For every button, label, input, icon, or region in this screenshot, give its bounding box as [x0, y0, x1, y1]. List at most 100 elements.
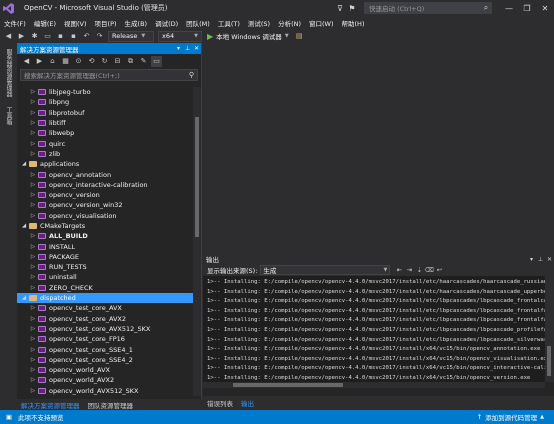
pending-changes-icon[interactable]: ⊙ — [73, 56, 84, 67]
menu-analyze[interactable]: 分析(N) — [274, 18, 305, 28]
platform-dropdown[interactable]: x64 ▼ — [158, 30, 202, 42]
tree-item[interactable]: ▷ libjpeg-turbo — [17, 87, 193, 97]
tab-output[interactable]: 输出 — [237, 398, 258, 408]
scrollbar-thumb[interactable] — [233, 383, 343, 387]
properties-icon[interactable]: ✎ — [138, 56, 149, 67]
open-file-icon[interactable]: ▭ — [42, 31, 53, 42]
chevron-right-icon[interactable]: ▷ — [29, 192, 37, 198]
find-message-icon[interactable]: ⇤ — [394, 266, 404, 274]
chevron-right-icon[interactable]: ▷ — [29, 347, 37, 353]
new-project-icon[interactable]: ✱ — [29, 31, 40, 42]
chevron-right-icon[interactable]: ▷ — [29, 357, 37, 363]
previous-message-icon[interactable]: ⇥ — [404, 266, 414, 274]
tree-item[interactable]: ▷ libwebp — [17, 128, 193, 138]
output-source-dropdown[interactable]: 生成 ▼ — [260, 265, 391, 275]
forward-icon[interactable]: ▶ — [16, 31, 27, 42]
tree-item[interactable]: ▷ opencv_annotation — [17, 169, 193, 179]
save-all-icon[interactable]: ▪ — [68, 31, 79, 42]
chevron-right-icon[interactable]: ▷ — [29, 233, 37, 239]
configuration-dropdown[interactable]: Release ▼ — [108, 30, 154, 42]
pin-icon[interactable]: ⊥ — [536, 256, 545, 263]
chevron-right-icon[interactable]: ▷ — [29, 305, 37, 311]
menu-build[interactable]: 生成(B) — [121, 18, 152, 28]
tree-item[interactable]: ▷ zlib — [17, 149, 193, 159]
search-icon[interactable]: ⌕ — [480, 2, 492, 14]
chevron-right-icon[interactable]: ▷ — [29, 182, 37, 188]
chevron-right-icon[interactable]: ▷ — [29, 367, 37, 373]
chevron-right-icon[interactable]: ▷ — [29, 202, 37, 208]
show-all-files-icon[interactable]: ⧉ — [125, 56, 136, 67]
chevron-right-icon[interactable]: ▷ — [29, 110, 37, 116]
menu-edit[interactable]: 编辑(E) — [30, 18, 60, 28]
chevron-right-icon[interactable]: ▷ — [29, 172, 37, 178]
scrollbar-thumb[interactable] — [547, 346, 551, 376]
window-position-icon[interactable]: ▾ — [174, 45, 183, 52]
tree-item[interactable]: ▷ opencv_visualisation — [17, 211, 193, 221]
tree-item[interactable]: ▷ ZERO_CHECK — [17, 283, 193, 293]
tree-item[interactable]: ▷ PACKAGE — [17, 252, 193, 262]
tree-item[interactable]: ▷ opencv_world_AVX512_SKX — [17, 386, 193, 396]
close-icon[interactable]: ✕ — [545, 256, 554, 263]
start-debugging-button[interactable]: ▶ 本地 Windows 调试器 ▼ — [207, 31, 289, 42]
chevron-right-icon[interactable]: ▷ — [29, 316, 37, 322]
maximize-button[interactable]: ❐ — [518, 0, 536, 16]
search-icon[interactable]: ⚲ — [189, 71, 194, 79]
redo-icon[interactable]: ↷ — [94, 31, 105, 42]
tree-item[interactable]: ▷ opencv_version_win32 — [17, 200, 193, 210]
toolbar-options-icon[interactable]: ▤ — [294, 31, 305, 42]
chevron-right-icon[interactable]: ▷ — [29, 244, 37, 250]
menu-help[interactable]: 帮助(H) — [338, 18, 369, 28]
pin-icon[interactable]: ⊥ — [183, 45, 192, 52]
tree-item[interactable]: ◢ applications — [17, 159, 193, 169]
output-vertical-scrollbar[interactable] — [545, 276, 554, 382]
tree-item[interactable]: ▷ libpng — [17, 97, 193, 107]
menu-tools[interactable]: 工具(T) — [214, 18, 244, 28]
menu-debug[interactable]: 调试(D) — [151, 18, 182, 28]
toolbox-tab[interactable]: 工具箱 — [4, 107, 13, 125]
clear-all-icon[interactable]: ⌫ — [424, 266, 434, 274]
minimize-button[interactable]: — — [500, 0, 518, 16]
tab-solution-explorer[interactable]: 解决方案资源管理器 — [17, 400, 84, 410]
tree-item[interactable]: ▷ uninstall — [17, 272, 193, 282]
window-position-icon[interactable]: ▾ — [527, 256, 536, 263]
menu-team[interactable]: 团队(M) — [182, 18, 214, 28]
tree-item[interactable]: ▷ opencv_world_AVX2 — [17, 375, 193, 385]
server-explorer-tab[interactable]: 服务器资源管理器 — [4, 49, 13, 97]
forward-icon[interactable]: ▶ — [34, 56, 45, 67]
chevron-right-icon[interactable]: ▷ — [29, 326, 37, 332]
chevron-right-icon[interactable]: ▷ — [29, 89, 37, 95]
tree-item[interactable]: ▷ libtiff — [17, 118, 193, 128]
tree-item[interactable]: ▷ opencv_test_core_SSE4_2 — [17, 355, 193, 365]
chevron-down-icon[interactable]: ◢ — [20, 295, 28, 301]
menu-view[interactable]: 视图(V) — [60, 18, 91, 28]
tree-item[interactable]: ▷ opencv_world_AVX — [17, 365, 193, 375]
tree-item[interactable]: ▷ RUN_TESTS — [17, 262, 193, 272]
chevron-right-icon[interactable]: ▷ — [29, 130, 37, 136]
output-horizontal-scrollbar[interactable] — [203, 382, 545, 388]
chevron-right-icon[interactable]: ▷ — [29, 336, 37, 342]
chevron-right-icon[interactable]: ▷ — [29, 274, 37, 280]
output-text[interactable]: 1>-- Installing: E:/compile/opencv/openc… — [203, 276, 545, 382]
chevron-right-icon[interactable]: ▷ — [29, 285, 37, 291]
sync-icon[interactable]: ⟲ — [86, 56, 97, 67]
collapse-all-icon[interactable]: ⊟ — [112, 56, 123, 67]
menu-window[interactable]: 窗口(W) — [305, 18, 338, 28]
chevron-right-icon[interactable]: ▷ — [29, 213, 37, 219]
chevron-right-icon[interactable]: ▷ — [29, 99, 37, 105]
back-icon[interactable]: ◀ — [3, 31, 14, 42]
menu-test[interactable]: 测试(S) — [244, 18, 274, 28]
scrollbar-thumb[interactable] — [195, 117, 199, 237]
switch-views-icon[interactable]: ▦ — [60, 56, 71, 67]
next-message-icon[interactable]: ⇣ — [414, 266, 424, 274]
tree-item[interactable]: ▷ quirc — [17, 138, 193, 148]
tree-item[interactable]: ▷ opencv_test_core_AVX — [17, 303, 193, 313]
quick-launch-input[interactable]: 快速启动 (Ctrl+Q) — [364, 2, 492, 14]
tree-item[interactable]: ▷ ALL_BUILD — [17, 231, 193, 241]
chevron-right-icon[interactable]: ▷ — [29, 264, 37, 270]
chevron-right-icon[interactable]: ▷ — [29, 120, 37, 126]
chevron-down-icon[interactable]: ◢ — [20, 161, 28, 167]
word-wrap-icon[interactable]: ↩ — [434, 266, 444, 274]
chevron-down-icon[interactable]: ◢ — [20, 223, 28, 229]
undo-icon[interactable]: ↶ — [81, 31, 92, 42]
tree-item[interactable]: ▷ libprotobuf — [17, 108, 193, 118]
